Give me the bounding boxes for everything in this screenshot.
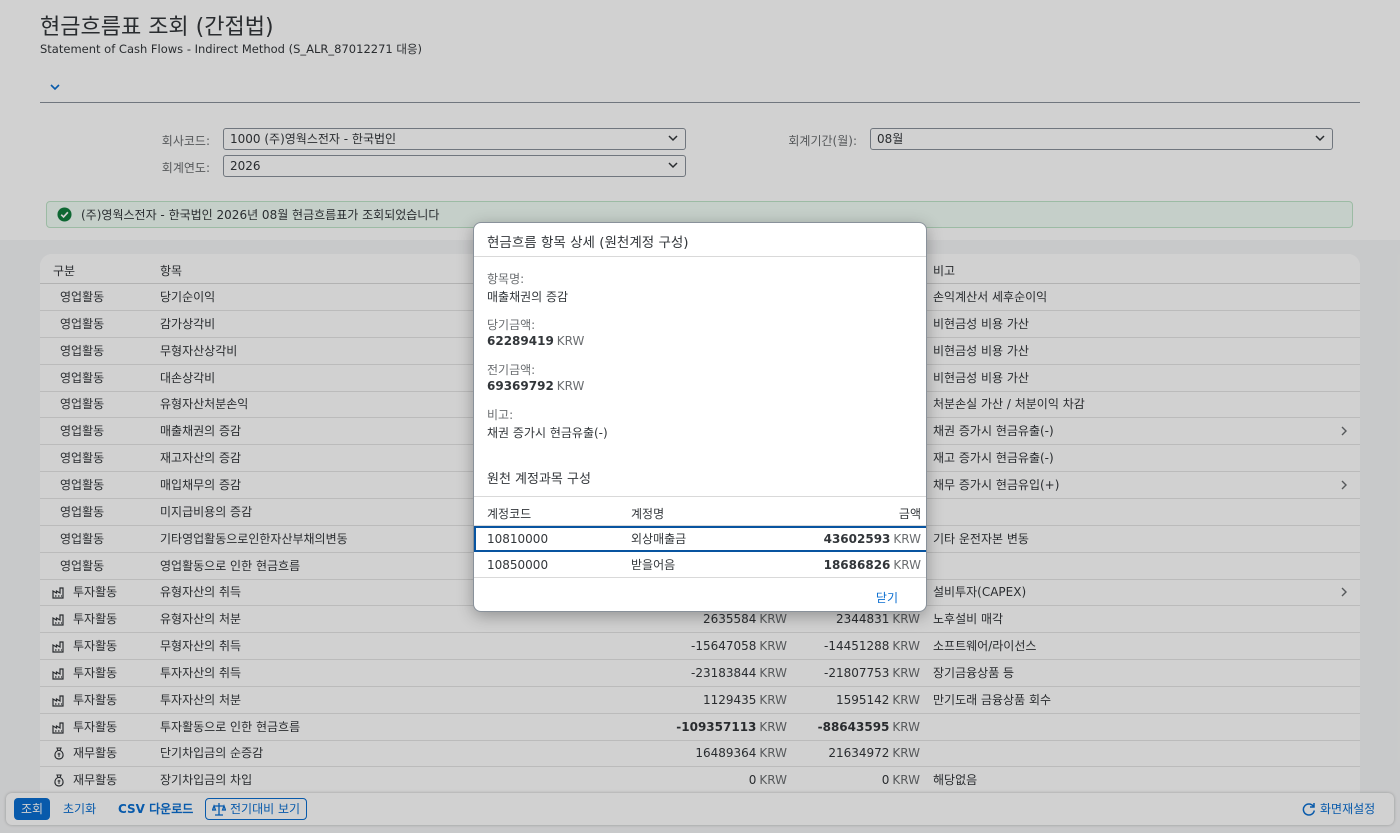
dialog-column-amount: 금액 <box>898 507 921 521</box>
dialog-section-title: 원천 계정과목 구성 <box>487 472 591 487</box>
dialog-note-value: 채권 증가시 현금유출(-) <box>487 426 608 440</box>
account-amount-unit: KRW <box>893 532 921 546</box>
dialog-table-row[interactable]: 10810000 외상매출금 43602593 KRW <box>474 526 926 552</box>
dialog-table-row[interactable]: 10850000 받을어음 18686826 KRW <box>474 552 926 578</box>
dialog-title: 현금흐름 항목 상세 (원천계정 구성) <box>487 235 689 251</box>
dialog-column-name: 계정명 <box>631 507 665 521</box>
account-amount-value: 43602593 <box>823 532 891 546</box>
dialog-column-code: 계정코드 <box>487 507 532 521</box>
dialog-current-amount: 62289419 KRW <box>487 334 584 348</box>
detail-dialog: 현금흐름 항목 상세 (원천계정 구성) 항목명: 매출채권의 증감 당기금액:… <box>473 222 927 612</box>
account-amount-unit: KRW <box>893 558 921 572</box>
dialog-prior-value: 69369792 <box>487 379 554 393</box>
dialog-item-label: 항목명: <box>487 272 525 286</box>
dialog-prior-amount: 69369792 KRW <box>487 379 584 393</box>
dialog-prior-label: 전기금액: <box>487 363 536 377</box>
dialog-current-unit: KRW <box>556 334 585 348</box>
dialog-current-value: 62289419 <box>487 334 554 348</box>
dialog-prior-unit: KRW <box>556 379 585 393</box>
dialog-note-label: 비고: <box>487 408 514 422</box>
account-amount: 18686826 KRW <box>824 552 921 578</box>
dialog-current-label: 당기금액: <box>487 318 536 332</box>
dialog-title-divider <box>474 256 926 257</box>
account-amount-value: 18686826 <box>823 558 891 572</box>
account-code: 10810000 <box>487 532 549 546</box>
account-name: 받을어음 <box>631 558 676 572</box>
dialog-table-header: 계정코드 계정명 금액 <box>474 496 926 526</box>
account-name: 외상매출금 <box>631 532 687 546</box>
dialog-close-button[interactable]: 닫기 <box>876 589 898 606</box>
account-amount: 43602593 KRW <box>824 526 921 552</box>
account-code: 10850000 <box>487 558 549 572</box>
dialog-item-value: 매출채권의 증감 <box>487 290 569 304</box>
